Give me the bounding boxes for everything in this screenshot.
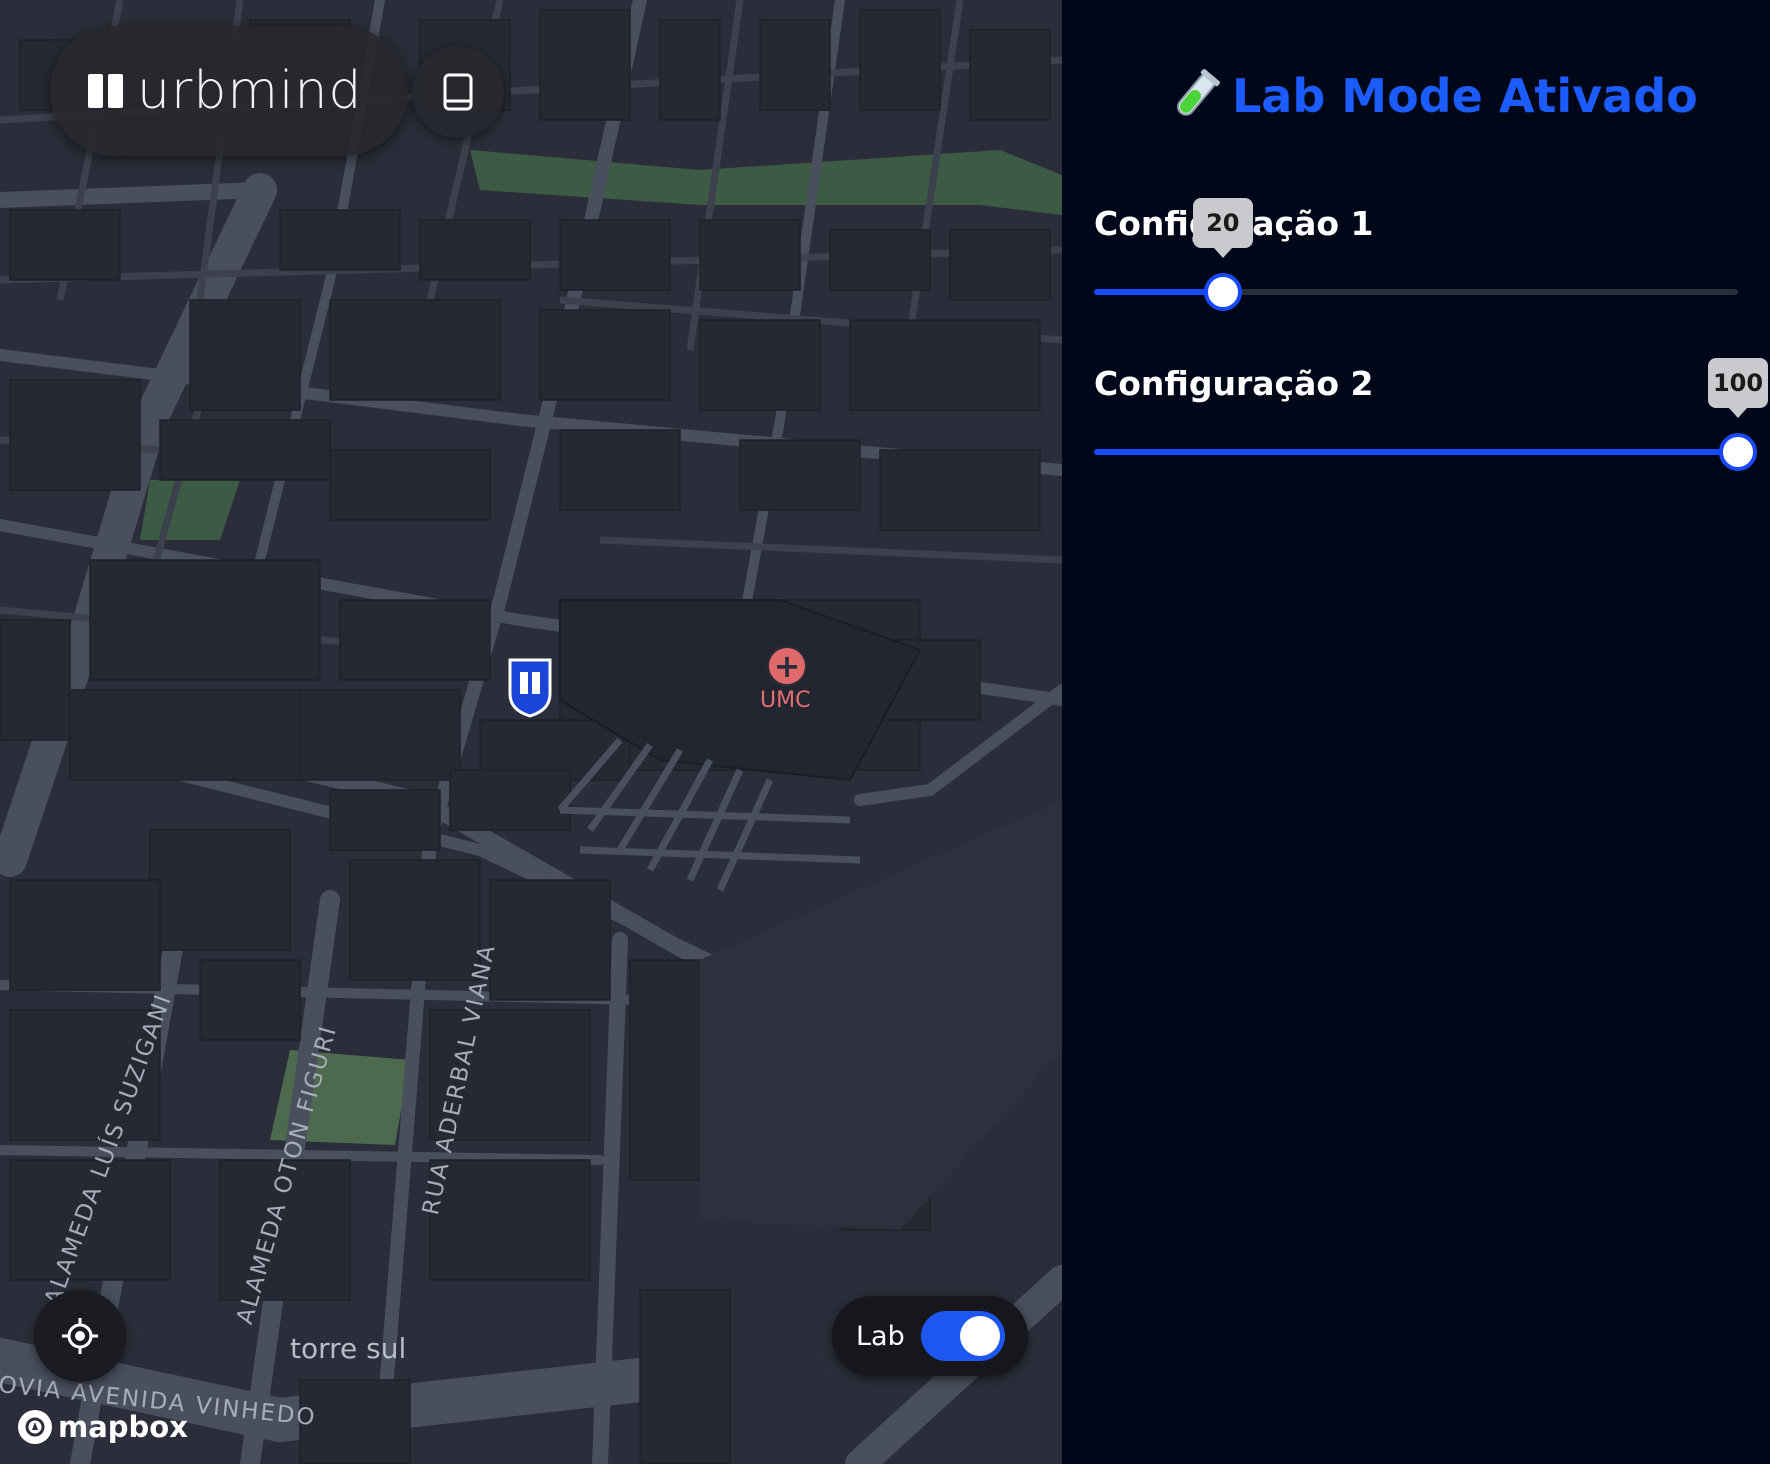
config-2-slider[interactable]: 100 xyxy=(1094,358,1768,476)
tablet-button[interactable] xyxy=(412,46,504,138)
poi-label: UMC xyxy=(760,688,811,713)
hospital-cross-icon[interactable]: + xyxy=(767,646,807,686)
panel-title: Lab Mode Ativado xyxy=(1170,68,1698,124)
slider-value-tooltip: 100 xyxy=(1708,358,1768,418)
slider-thumb[interactable] xyxy=(1719,433,1757,471)
locate-me-button[interactable] xyxy=(34,1290,126,1382)
lab-switch[interactable] xyxy=(920,1311,1005,1361)
crosshair-icon xyxy=(62,1318,98,1354)
mapbox-text: mapbox xyxy=(58,1410,188,1444)
switch-knob xyxy=(959,1316,1000,1356)
slider-value-tooltip: 20 xyxy=(1192,198,1253,258)
slider-thumb[interactable] xyxy=(1203,273,1242,311)
lab-toggle-label: Lab xyxy=(856,1320,905,1352)
app-root: ALAMEDA LUÍS SUZIGANI ALAMEDA OTON FIGUR… xyxy=(0,0,1770,1464)
test-tube-icon xyxy=(1177,69,1220,116)
lab-settings-panel: Lab Mode Ativado Configuração 1 20 Confi… xyxy=(1062,0,1770,1464)
brand-logo: urbmind xyxy=(50,26,408,156)
setting-label-2: Configuração 2 xyxy=(1094,364,1374,403)
lab-toggle[interactable]: Lab xyxy=(832,1296,1028,1376)
slider-fill xyxy=(1094,449,1738,455)
mapbox-attribution[interactable]: mapbox xyxy=(18,1410,188,1444)
user-location-pin-icon[interactable] xyxy=(506,656,554,718)
config-1-slider[interactable]: 20 xyxy=(1094,198,1738,316)
panel-title-text: Lab Mode Ativado xyxy=(1232,69,1698,123)
map-view[interactable]: ALAMEDA LUÍS SUZIGANI ALAMEDA OTON FIGUR… xyxy=(0,0,1062,1464)
brand-name: urbmind xyxy=(137,61,363,121)
map-canvas[interactable] xyxy=(0,0,1062,1464)
logo-mark-icon xyxy=(88,74,123,108)
tablet-icon xyxy=(443,73,473,111)
mapbox-logo-icon xyxy=(18,1410,52,1444)
place-label: torre sul xyxy=(290,1332,407,1365)
